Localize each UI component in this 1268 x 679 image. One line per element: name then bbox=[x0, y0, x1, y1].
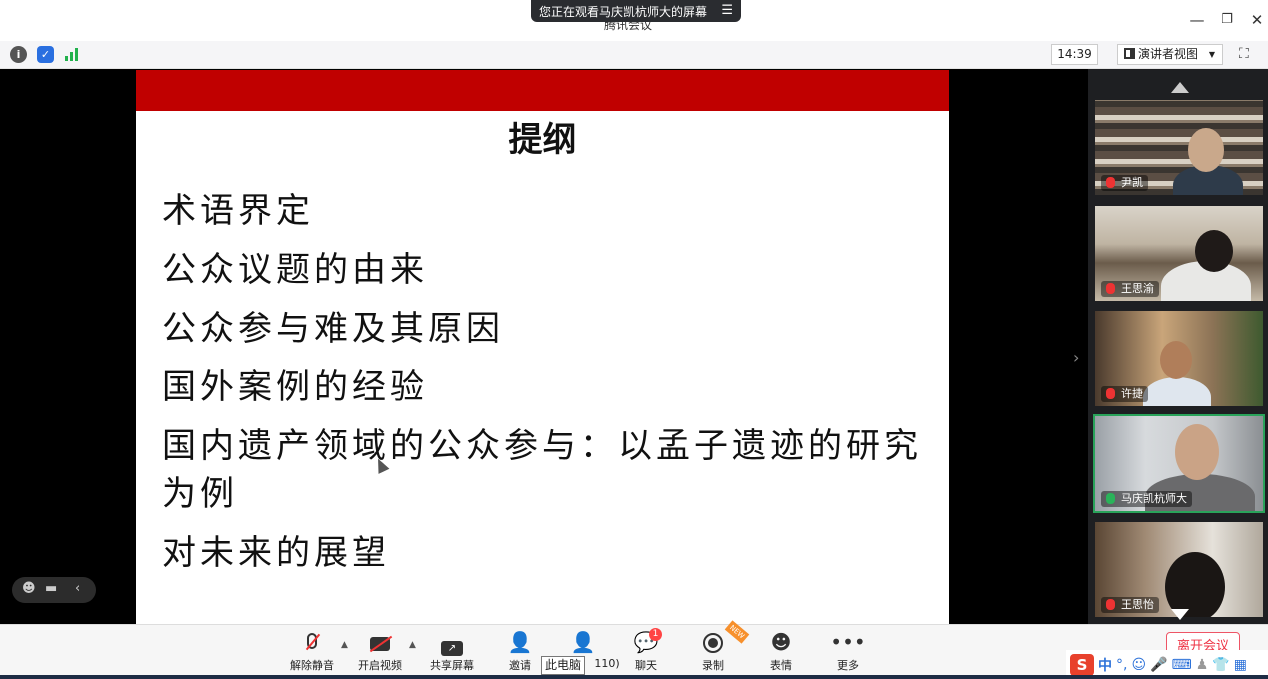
fullscreen-icon[interactable]: ⛶ bbox=[1239, 46, 1249, 62]
punctuation-icon[interactable]: °, bbox=[1116, 657, 1127, 673]
audio-options-caret-icon[interactable]: ▲ bbox=[341, 640, 348, 650]
participant-label: 马庆凯杭师大 bbox=[1101, 491, 1192, 507]
participant-label: 许捷 bbox=[1101, 386, 1148, 402]
chat-label: 聊天 bbox=[635, 659, 657, 672]
chat-icon: 💬 bbox=[633, 630, 659, 654]
emoji-icon[interactable]: ☺ bbox=[1131, 657, 1146, 673]
floating-controls: ☻ ▬ ‹ bbox=[12, 577, 96, 603]
mic-muted-icon bbox=[1106, 177, 1115, 188]
share-screen-button[interactable]: ↗ 共享屏幕 bbox=[422, 629, 482, 673]
view-mode-select[interactable]: 演讲者视图 ▼ bbox=[1117, 44, 1223, 65]
collapse-arrow-icon[interactable]: ‹ bbox=[75, 581, 80, 596]
participant-name: 许捷 bbox=[1121, 387, 1143, 400]
chat-unread-badge: 1 bbox=[649, 628, 662, 641]
chevron-right-icon[interactable]: › bbox=[1073, 348, 1079, 367]
unmute-button[interactable]: 解除静音 bbox=[282, 629, 342, 673]
keyboard-icon[interactable]: ⌨ bbox=[1172, 657, 1192, 673]
outline-item: 国内遗产领域的公众参与：以孟子遗迹的研究为例 bbox=[162, 426, 922, 514]
participant-head bbox=[1175, 424, 1219, 480]
chevron-down-icon: ▼ bbox=[1208, 50, 1215, 59]
unmute-label: 解除静音 bbox=[290, 659, 334, 672]
video-tile[interactable]: 尹凯 bbox=[1095, 100, 1263, 195]
presentation-slide: 提纲 术语界定 公众议题的由来 公众参与难及其原因 国外案例的经验 国内遗产领域… bbox=[136, 70, 949, 624]
restore-button[interactable]: ❐ bbox=[1217, 10, 1237, 30]
outline-item: 公众议题的由来 bbox=[162, 250, 428, 290]
participant-label: 尹凯 bbox=[1101, 175, 1148, 191]
outline-item: 术语界定 bbox=[162, 191, 314, 231]
outline-item: 对未来的展望 bbox=[162, 533, 390, 573]
chat-bubble-icon[interactable]: ▬ bbox=[45, 581, 57, 596]
mic-muted-icon bbox=[1106, 599, 1115, 610]
outline-item: 公众参与难及其原因 bbox=[162, 309, 504, 349]
video-tile[interactable]: 许捷 bbox=[1095, 311, 1263, 406]
voice-input-icon[interactable]: 🎤 bbox=[1150, 657, 1167, 673]
minimize-button[interactable]: — bbox=[1187, 10, 1207, 30]
ime-language-toggle[interactable]: 中 bbox=[1098, 655, 1112, 675]
mic-muted-icon bbox=[1106, 283, 1115, 294]
title-bar: 腾讯会议 您正在观看马庆凯杭师大的屏幕 ☰ — ❐ ✕ bbox=[0, 0, 1268, 41]
participant-head bbox=[1165, 552, 1225, 617]
reactions-label: 表情 bbox=[770, 659, 792, 672]
share-banner-text: 您正在观看马庆凯杭师大的屏幕 bbox=[539, 4, 708, 19]
video-options-caret-icon[interactable]: ▲ bbox=[409, 640, 416, 650]
video-tile[interactable]: 王思怡 bbox=[1095, 522, 1263, 617]
participant-name: 尹凯 bbox=[1121, 176, 1143, 189]
info-icon[interactable]: i bbox=[10, 46, 27, 63]
camera-off-icon bbox=[350, 629, 410, 655]
signal-icon[interactable] bbox=[64, 47, 80, 61]
add-person-icon: 👤 bbox=[507, 630, 533, 654]
participant-label: 王思渝 bbox=[1101, 281, 1159, 297]
more-label: 更多 bbox=[837, 659, 859, 672]
screen-share-banner[interactable]: 您正在观看马庆凯杭师大的屏幕 ☰ bbox=[531, 0, 741, 22]
shield-icon[interactable]: ✓ bbox=[37, 46, 54, 63]
participant-name: 王思渝 bbox=[1121, 282, 1154, 295]
toolbox-icon[interactable]: ▦ bbox=[1234, 657, 1247, 673]
user-icon[interactable]: ♟ bbox=[1196, 657, 1209, 673]
meeting-toolbar: i ✓ 14:39 演讲者视图 ▼ ⛶ bbox=[0, 41, 1268, 69]
participant-head bbox=[1188, 128, 1224, 172]
video-tile[interactable]: 王思渝 bbox=[1095, 206, 1263, 301]
emoji-icon[interactable]: ☻ bbox=[22, 581, 36, 596]
participant-name: 马庆凯杭师大 bbox=[1121, 492, 1187, 505]
share-screen-label: 共享屏幕 bbox=[430, 659, 474, 672]
outline-item: 国外案例的经验 bbox=[162, 367, 428, 407]
view-mode-label: 演讲者视图 bbox=[1138, 47, 1199, 61]
sogou-logo-icon[interactable]: S bbox=[1070, 653, 1094, 676]
chat-button[interactable]: 💬 聊天 bbox=[616, 629, 676, 673]
share-screen-icon: ↗ bbox=[422, 629, 482, 656]
view-icon bbox=[1124, 48, 1135, 59]
desktop-tooltip: 此电脑 bbox=[541, 656, 586, 675]
meeting-clock: 14:39 bbox=[1051, 44, 1098, 65]
skin-icon[interactable]: 👕 bbox=[1212, 657, 1229, 673]
start-video-label: 开启视频 bbox=[358, 659, 402, 672]
participant-head bbox=[1195, 230, 1233, 272]
reactions-button[interactable]: ☻ 表情 bbox=[751, 629, 811, 673]
start-video-button[interactable]: 开启视频 bbox=[350, 629, 410, 673]
slide-title: 提纲 bbox=[508, 120, 577, 160]
more-button[interactable]: ••• 更多 bbox=[818, 629, 878, 673]
participant-head bbox=[1160, 341, 1192, 379]
invite-label: 邀请 bbox=[509, 659, 531, 672]
taskbar-edge bbox=[0, 675, 1268, 679]
participant-label: 王思怡 bbox=[1101, 597, 1159, 613]
scroll-up-icon[interactable] bbox=[1171, 82, 1189, 93]
record-label: 录制 bbox=[702, 659, 724, 672]
smiley-icon: ☻ bbox=[770, 630, 792, 654]
mic-off-icon bbox=[282, 629, 342, 655]
mic-muted-icon bbox=[1106, 388, 1115, 399]
people-icon: 👤 bbox=[570, 630, 596, 654]
close-button[interactable]: ✕ bbox=[1247, 10, 1267, 30]
mic-active-icon bbox=[1106, 493, 1115, 504]
scroll-down-icon[interactable] bbox=[1171, 609, 1189, 620]
more-dots-icon: ••• bbox=[830, 630, 866, 654]
video-tile-active-speaker[interactable]: 马庆凯杭师大 bbox=[1093, 414, 1265, 513]
participant-name: 王思怡 bbox=[1121, 598, 1154, 611]
menu-icon[interactable]: ☰ bbox=[721, 3, 733, 18]
slide-header-bar bbox=[136, 70, 949, 111]
